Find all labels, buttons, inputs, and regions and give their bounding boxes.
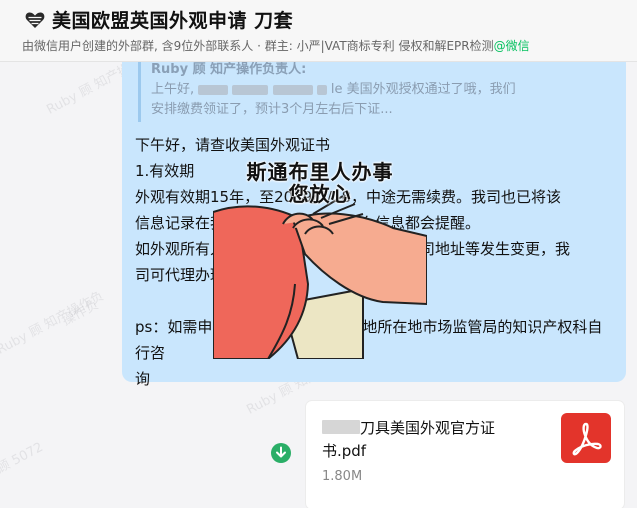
quote-line1-suffix: le 美国外观授权通过了哦，我们: [330, 82, 516, 97]
quote-body: 上午好, le 美国外观授权通过了哦，我们 安排缴费领证了，预计3个月左右后下证…: [151, 80, 614, 120]
quote-author: Ruby 顾 知产操作负责人:: [151, 62, 307, 77]
file-name-line2: 书.pdf: [322, 442, 367, 460]
watermark: 顾 5072: [0, 439, 46, 477]
quote-line2: 安排缴费领证了，预计3个月左右后下证...: [151, 102, 393, 117]
quote-line1-prefix: 上午好,: [151, 82, 195, 97]
chat-header: 美国欧盟英国外观申请 刀套 由微信用户创建的外部群, 含9位外部联系人 · 群主…: [0, 0, 637, 62]
meme-caption-line2: 您放心: [288, 182, 352, 206]
wechat-tag: @微信: [493, 39, 530, 53]
redacted-block: [322, 420, 360, 434]
title-row: 美国欧盟英国外观申请 刀套: [24, 6, 293, 33]
chat-area[interactable]: Ruby 顾 知产操作负 Ruby 顾 知产操作负 Ruby 顾 知产操作负 R…: [0, 62, 637, 508]
file-size: 1.80M: [322, 469, 363, 484]
watermark: 操作负: [59, 297, 102, 330]
file-name: 刀具美国外观官方证 书.pdf: [322, 417, 537, 463]
file-card[interactable]: 刀具美国外观官方证 书.pdf 1.80M: [306, 401, 624, 508]
pdf-icon: [561, 413, 611, 463]
message-line: 询: [135, 370, 151, 388]
download-icon[interactable]: [271, 443, 291, 463]
quoted-message[interactable]: Ruby 顾 知产操作负责人: 上午好, le 美国外观授权通过了哦，我们 安排…: [138, 62, 614, 122]
group-title[interactable]: 美国欧盟英国外观申请 刀套: [52, 6, 293, 33]
group-subtitle-text: 由微信用户创建的外部群, 含9位外部联系人 · 群主: 小严|VAT商标专利 侵…: [22, 39, 494, 53]
redacted-block: [316, 84, 327, 95]
redacted-block: [198, 84, 229, 95]
heart-icon: [24, 9, 46, 31]
meme-sticker[interactable]: 斯通布里人办事 您放心: [212, 154, 428, 360]
file-name-line1: 刀具美国外观官方证: [360, 419, 496, 437]
group-subtitle: 由微信用户创建的外部群, 含9位外部联系人 · 群主: 小严|VAT商标专利 侵…: [22, 37, 530, 54]
redacted-block: [272, 84, 313, 95]
watermark: Ruby 顾 知产操作负: [0, 288, 107, 358]
redacted-block: [232, 84, 269, 95]
